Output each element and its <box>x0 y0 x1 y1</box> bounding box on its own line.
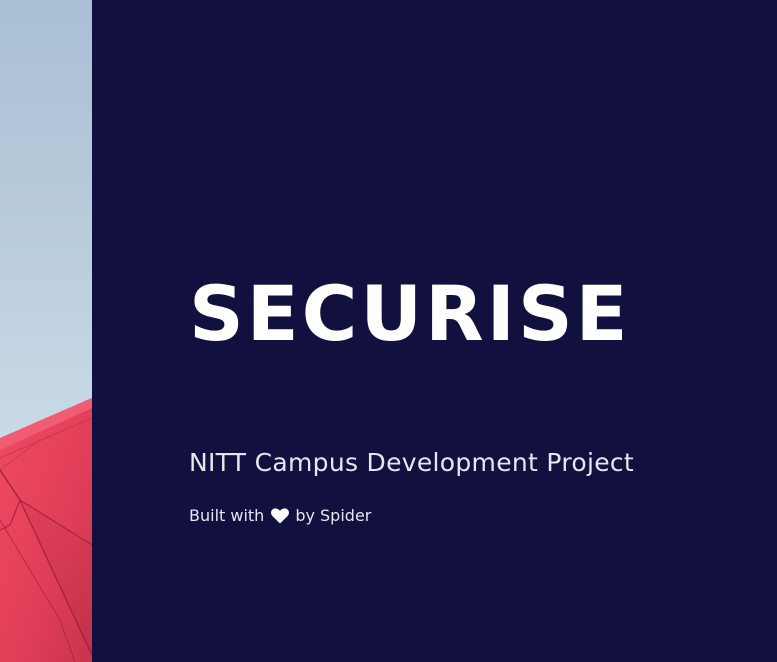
page: SECURISE NITT Campus Development Project… <box>0 0 777 662</box>
building-photo <box>0 0 92 662</box>
credit-suffix: by Spider <box>295 506 372 525</box>
project-subtitle: NITT Campus Development Project <box>189 448 635 477</box>
hero-panel: SECURISE NITT Campus Development Project… <box>92 0 777 662</box>
credit-line: Built with by Spider <box>189 505 371 527</box>
heart-icon <box>271 508 290 524</box>
credit-prefix: Built with <box>189 506 265 525</box>
app-title: SECURISE <box>189 269 631 358</box>
